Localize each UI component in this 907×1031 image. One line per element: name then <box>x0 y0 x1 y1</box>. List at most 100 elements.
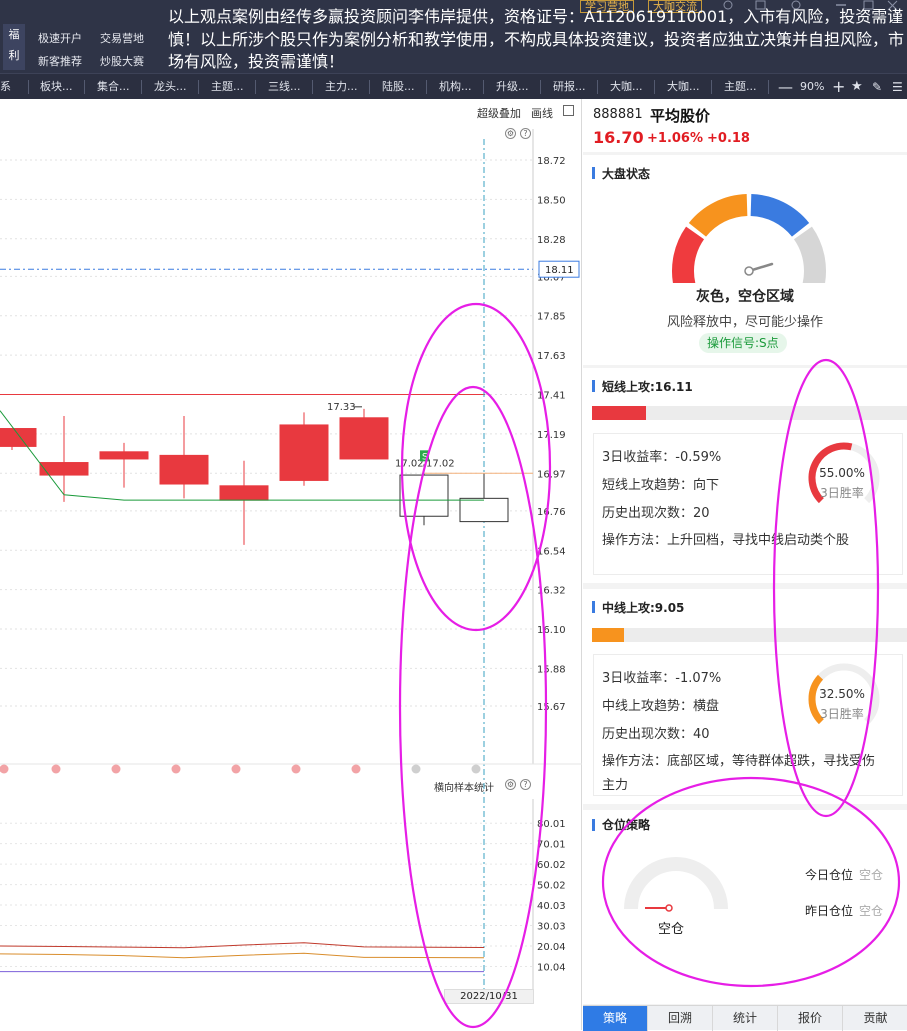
price-tick-label: 18.72 <box>537 156 566 167</box>
zoom-in-button[interactable]: + <box>832 74 845 100</box>
short-winrate-label: 3日胜率 <box>820 486 864 500</box>
tab-collection[interactable]: 集合... <box>97 74 130 100</box>
short-progress-fill <box>592 406 646 420</box>
mid-return: 3日收益率：-1.07% <box>602 671 722 686</box>
lower-tick-label: 30.03 <box>537 922 566 933</box>
price-tick-label: 18.28 <box>537 235 566 246</box>
new-customer-button[interactable]: 新客推荐 <box>38 53 82 69</box>
price-tick-label: 16.54 <box>537 546 566 557</box>
trading-contest-button[interactable]: 炒股大赛 <box>100 53 144 69</box>
tab-institution[interactable]: 机构... <box>439 74 472 100</box>
signal-dot <box>111 764 121 774</box>
lower-help-icon[interactable]: ? <box>520 779 531 790</box>
signal-dot <box>291 764 301 774</box>
panel-bottom-tabs: 策略 回溯 统计 报价 贡献 <box>583 1005 907 1031</box>
market-state-card: 大盘状态 灰色，空仓区域 风险释放中，尽可能少操作 操作信号:S点 <box>583 155 907 365</box>
change-value: +0.18 <box>707 131 750 146</box>
price-tick-label: 16.32 <box>537 586 566 597</box>
welfare-label-1: 福 <box>8 28 20 41</box>
tab-main-force[interactable]: 主力... <box>325 74 358 100</box>
tab-backtrack[interactable]: 回溯 <box>648 1006 713 1031</box>
candle-body <box>219 485 269 501</box>
tab-upgrade[interactable]: 升级... <box>496 74 529 100</box>
short-progress-track <box>592 406 907 420</box>
signal-dot <box>51 764 61 774</box>
mid-count: 历史出现次数：40 <box>602 727 710 742</box>
price-tick-label: 16.76 <box>537 507 566 518</box>
yesterday-position-label: 昨日仓位 <box>805 904 854 918</box>
candle-body <box>279 424 329 481</box>
price-tick-label: 17.63 <box>537 351 566 362</box>
mid-trend: 中线上攻趋势：横盘 <box>602 699 720 714</box>
candle-body <box>339 417 389 460</box>
tab-contribution[interactable]: 贡献 <box>843 1006 907 1031</box>
tab-partial[interactable]: 系 <box>0 74 11 100</box>
lower-tick-label: 40.03 <box>537 901 566 912</box>
mid-method: 操作方法：底部区域，等待群体超跌，寻找受伤主力 <box>602 754 876 793</box>
position-strategy-card: 仓位策略 空仓 今日仓位 空仓 昨日仓位 空仓 <box>583 810 907 1004</box>
signal-dot <box>351 764 361 774</box>
tab-leader[interactable]: 龙头... <box>154 74 187 100</box>
lower-tick-label: 60.02 <box>537 860 566 871</box>
kline-chart-area[interactable]: 超级叠加 画线 ⚙ ? 18.72 18.50 18.28 18.07 17.85 17.… <box>0 99 582 1030</box>
top-nav-bar: 福 利 极速开户 交易营地 新客推荐 炒股大赛 学习营地 大咖交流 以上观点案例… <box>0 0 907 73</box>
tab-expert-1[interactable]: 大咖... <box>610 74 643 100</box>
today-position-label: 今日仓位 <box>805 868 854 882</box>
tab-hk-connect[interactable]: 陆股... <box>382 74 415 100</box>
list-icon[interactable]: ☰ <box>892 74 903 100</box>
lower-settings-icon[interactable]: ⚙ <box>505 779 516 790</box>
mid-winrate-label: 3日胜率 <box>820 707 864 721</box>
tab-sector[interactable]: 板块... <box>40 74 73 100</box>
mid-progress-fill <box>592 628 624 642</box>
candle-low-label-2: 17.02 <box>426 458 455 469</box>
lower-tick-label: 10.04 <box>537 962 566 973</box>
price-tick-label: 17.41 <box>537 391 566 402</box>
lower-tick-label: 20.04 <box>537 942 566 953</box>
short-return: 3日收益率：-0.59% <box>602 450 722 465</box>
signal-dot <box>231 764 241 774</box>
signal-dot <box>171 764 181 774</box>
tab-expert-2[interactable]: 大咖... <box>667 74 700 100</box>
tab-strategy[interactable]: 策略 <box>583 1006 648 1031</box>
lower-tick-label: 70.01 <box>537 840 566 851</box>
zoom-out-button[interactable]: — <box>778 74 793 100</box>
kline-svg: 18.7218.5018.2818.0717.8517.6317.4117.19… <box>0 129 582 994</box>
today-position-value: 空仓 <box>859 868 884 882</box>
tab-three-lines[interactable]: 三线... <box>268 74 301 100</box>
tab-research[interactable]: 研报... <box>553 74 586 100</box>
lower-series-line <box>0 942 485 949</box>
mid-attack-title: 中线上攻:9.05 <box>602 601 685 615</box>
tab-quote[interactable]: 报价 <box>778 1006 843 1031</box>
welfare-button[interactable]: 福 利 <box>3 24 25 70</box>
candle-body <box>0 428 37 447</box>
fast-account-button[interactable]: 极速开户 <box>38 30 82 46</box>
module-tab-bar: 系 板块... 集合... 龙头... 主题... 三线... 主力... 陆股… <box>0 73 907 99</box>
yesterday-position-value: 空仓 <box>859 904 884 918</box>
signal-dot <box>471 764 481 774</box>
short-count: 历史出现次数：20 <box>602 506 710 521</box>
zoom-level: 90% <box>800 80 825 93</box>
lower-tick-label: 80.01 <box>537 819 566 830</box>
mid-attack-card: 中线上攻:9.05 3日收益率：-1.07% 中线上攻趋势：横盘 历史出现次数：… <box>583 589 907 804</box>
welfare-label-2: 利 <box>8 49 20 62</box>
lower-tick-label: 50.02 <box>537 881 566 892</box>
position-title: 仓位策略 <box>602 818 651 832</box>
tab-theme[interactable]: 主题... <box>211 74 244 100</box>
change-percent: +1.06% <box>647 131 703 146</box>
risk-notice-text: 以上观点案例由经传多赢投资顾问李伟岸提供，资格证号：A1120619110001… <box>168 7 905 71</box>
tab-theme-2[interactable]: 主题... <box>724 74 757 100</box>
market-desc: 风险释放中，尽可能少操作 <box>666 315 823 330</box>
mid-winrate: 32.50% <box>819 687 865 701</box>
star-icon[interactable]: ★ <box>851 74 863 100</box>
candle-body <box>459 497 509 523</box>
short-method: 操作方法：上升回档，寻找中线启动类个股 <box>602 533 850 548</box>
candle-body <box>99 451 149 460</box>
sell-signal-letter: S <box>422 452 428 462</box>
market-gauge <box>672 194 826 283</box>
price-tick-label: 16.97 <box>537 469 566 480</box>
price-tick-label: 17.19 <box>537 430 566 441</box>
last-price: 16.70 <box>593 128 644 147</box>
trade-camp-button[interactable]: 交易营地 <box>100 30 144 46</box>
pencil-icon[interactable]: ✎ <box>872 74 882 100</box>
tab-statistics[interactable]: 统计 <box>713 1006 778 1031</box>
